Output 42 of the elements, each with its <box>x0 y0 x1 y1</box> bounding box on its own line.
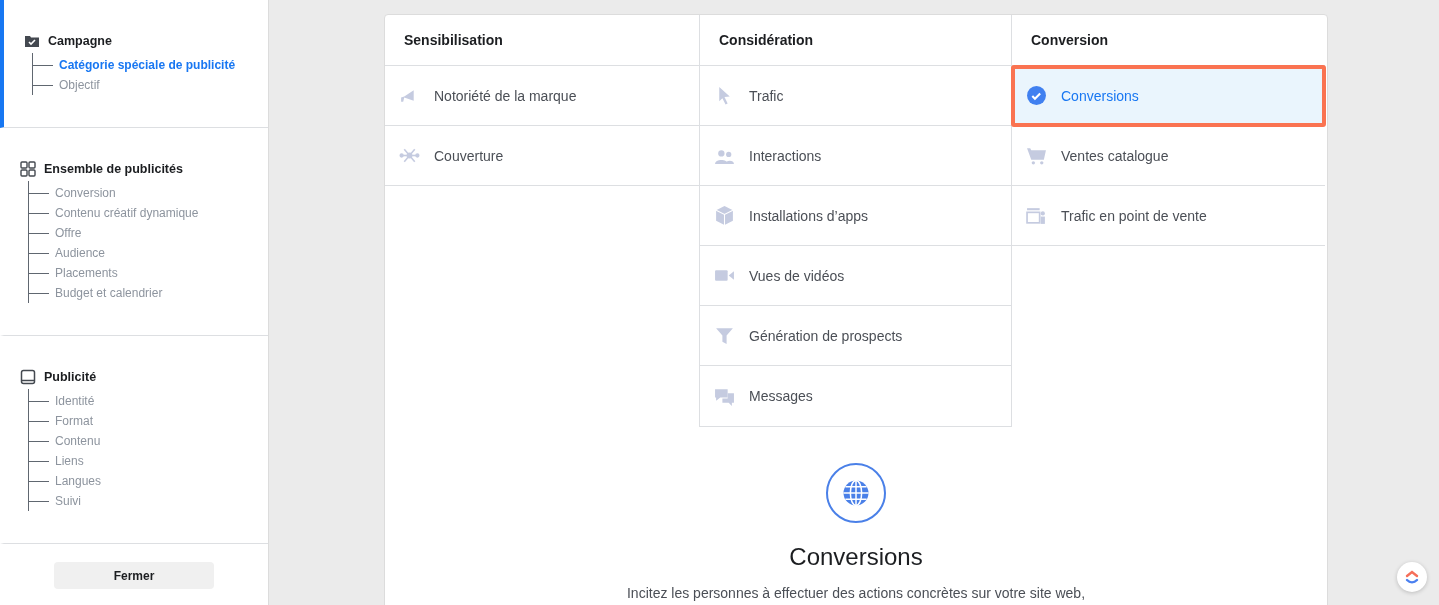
objective-option[interactable]: Ventes catalogue <box>1012 126 1325 186</box>
nav-item[interactable]: Format <box>55 414 93 428</box>
nav-item[interactable]: Contenu créatif dynamique <box>55 206 199 220</box>
cube-icon <box>714 205 735 226</box>
store-person-icon <box>1026 205 1047 226</box>
nav-item[interactable]: Catégorie spéciale de publicité <box>59 58 236 72</box>
nav-item[interactable]: Budget et calendrier <box>55 286 163 300</box>
section-title[interactable]: Ensemble de publicités <box>44 162 183 176</box>
nav-item[interactable]: Suivi <box>55 494 81 508</box>
nav-item[interactable]: Langues <box>55 474 102 488</box>
objective-option[interactable]: Notoriété de la marque <box>385 66 699 126</box>
grid-icon <box>20 161 36 177</box>
objective-option[interactable]: Conversions <box>1012 66 1325 126</box>
globe-icon <box>826 463 886 523</box>
objective-option[interactable]: Trafic en point de vente <box>1012 186 1325 246</box>
cart-icon <box>1026 145 1047 166</box>
checked-folder-icon <box>24 33 40 49</box>
nav-item[interactable]: Contenu <box>55 434 101 448</box>
nav-item[interactable]: Audience <box>55 246 106 260</box>
objective-option[interactable]: Génération de prospects <box>700 306 1011 366</box>
objective-option[interactable]: Installations d’apps <box>700 186 1011 246</box>
nav-item[interactable]: Objectif <box>59 78 100 92</box>
chevrons-icon[interactable] <box>1397 562 1427 592</box>
check-circle-icon <box>1026 85 1047 106</box>
nav-item[interactable]: Placements <box>55 266 118 280</box>
objective-title: Conversions <box>789 543 923 571</box>
funnel-icon <box>714 325 735 346</box>
nav-item[interactable]: Conversion <box>55 186 116 200</box>
objective-option[interactable]: Interactions <box>700 126 1011 186</box>
section-title[interactable]: Campagne <box>48 34 112 48</box>
objective-description: Incitez les personnes à effectuer des actions concrètes sur votre site web, <box>626 585 1086 601</box>
column-heading: Sensibilisation <box>385 15 699 66</box>
objective-option[interactable]: Messages <box>700 366 1011 426</box>
section-title[interactable]: Publicité <box>44 370 97 384</box>
objective-option[interactable]: Vues de vidéos <box>700 246 1011 306</box>
column-heading: Considération <box>700 15 1011 66</box>
close-button[interactable]: Fermer <box>54 562 214 589</box>
nav-item[interactable]: Identité <box>55 394 95 408</box>
tablet-icon <box>20 369 36 385</box>
nav-item[interactable]: Offre <box>55 226 82 240</box>
nav-item[interactable]: Liens <box>55 454 84 468</box>
objective-option[interactable]: Couverture <box>385 126 699 186</box>
